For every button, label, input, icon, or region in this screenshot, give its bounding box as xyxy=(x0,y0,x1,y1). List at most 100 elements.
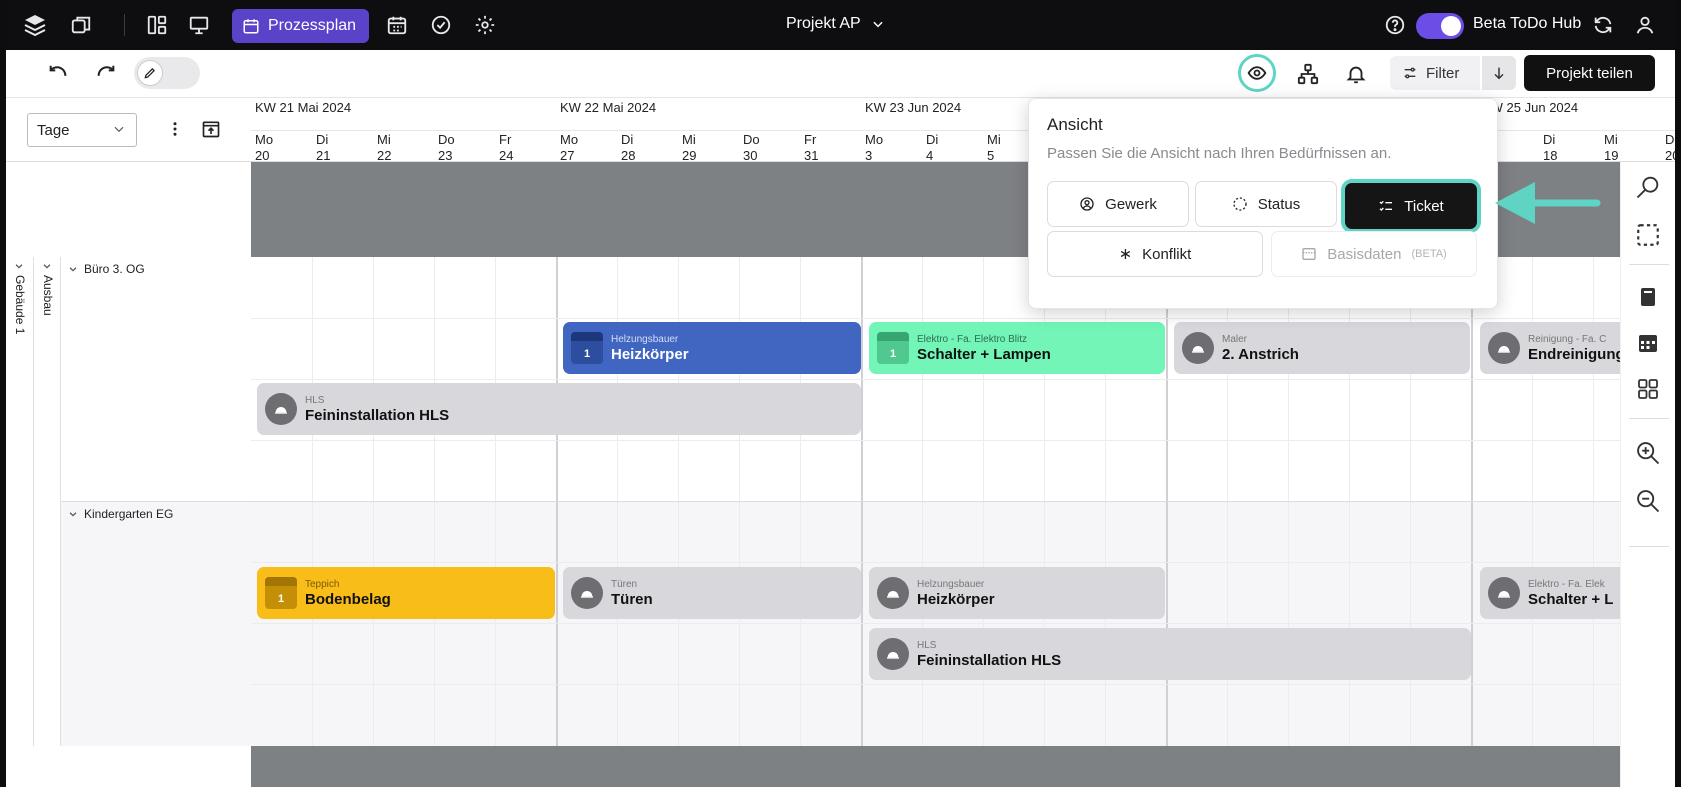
refresh-icon[interactable] xyxy=(1588,10,1618,40)
top-bar: Prozessplan Projekt AP Beta ToDo Hub xyxy=(6,0,1675,50)
area-buero-label[interactable]: Büro 3. OG xyxy=(68,262,145,276)
day-header: Di 4 xyxy=(926,132,939,163)
zoom-select[interactable]: Tage xyxy=(27,113,137,147)
day-header: Do 30 xyxy=(743,132,760,163)
asterisk-icon: ∗ xyxy=(1118,246,1133,263)
hardhat-icon xyxy=(1488,577,1520,609)
task-card[interactable]: Türen Türen xyxy=(563,567,861,619)
grid-line xyxy=(251,440,1620,441)
task-card[interactable]: HLS Feininstallation HLS xyxy=(869,628,1471,680)
view-option-status[interactable]: Status xyxy=(1195,181,1337,227)
layout-icon[interactable] xyxy=(142,10,172,40)
task-card[interactable]: Maler 2. Anstrich xyxy=(1174,322,1470,374)
card-trade: Teppich xyxy=(305,578,340,590)
app-window: Prozessplan Projekt AP Beta ToDo Hub Fil… xyxy=(6,0,1675,787)
task-card[interactable]: Reinigung - Fa. C Endreinigung xyxy=(1480,322,1620,374)
filter-label: Filter xyxy=(1426,64,1460,82)
status-circle-icon xyxy=(1233,197,1247,211)
card-title: Feininstallation HLS xyxy=(305,406,450,424)
project-selector[interactable]: Projekt AP xyxy=(786,15,885,33)
hardhat-icon xyxy=(877,638,909,670)
view-button[interactable] xyxy=(1238,54,1276,92)
day-header: Mi 5 xyxy=(987,132,1001,163)
grid-footer-band xyxy=(251,746,1620,787)
user-icon[interactable] xyxy=(1630,10,1660,40)
hardhat-icon xyxy=(265,393,297,425)
area-name: Büro 3. OG xyxy=(84,262,145,276)
presentation-icon[interactable] xyxy=(184,10,214,40)
view-option-ticket[interactable]: Ticket xyxy=(1345,183,1477,229)
task-card[interactable]: 1 Elektro - Fa. Elektro Blitz Schalter + … xyxy=(869,322,1165,374)
toolbar: Filter Projekt teilen xyxy=(6,50,1675,97)
view-option-gewerk[interactable]: Gewerk xyxy=(1047,181,1189,227)
chevron-down-icon xyxy=(114,126,124,133)
calendar-icon[interactable] xyxy=(1631,326,1665,360)
select-area-icon[interactable] xyxy=(1631,218,1665,252)
chevron-down-icon[interactable] xyxy=(14,261,24,271)
chevron-down-icon[interactable] xyxy=(42,261,52,271)
option-label: Basisdaten xyxy=(1327,245,1402,263)
day-header: Di 18 xyxy=(1543,132,1558,163)
task-card[interactable]: 1 Teppich Bodenbelag xyxy=(257,567,555,619)
right-toolbar xyxy=(1620,162,1675,787)
divider xyxy=(124,14,125,36)
undo-icon[interactable] xyxy=(42,58,74,90)
sort-button[interactable] xyxy=(1482,56,1516,90)
option-label: Status xyxy=(1257,195,1301,213)
card-title: Schalter + Lampen xyxy=(917,345,1051,363)
beta-toggle[interactable] xyxy=(1416,13,1464,39)
calendar-grid-icon[interactable] xyxy=(382,10,412,40)
tab-prozessplan[interactable]: Prozessplan xyxy=(232,9,369,43)
day-header: Mi 22 xyxy=(377,132,392,163)
popover-description: Passen Sie die Ansicht nach Ihren Bedürf… xyxy=(1047,145,1392,162)
layers-icon[interactable] xyxy=(20,10,50,40)
card-title: Heizkörper xyxy=(611,345,689,363)
help-icon[interactable] xyxy=(1380,10,1410,40)
copy-icon[interactable] xyxy=(66,10,96,40)
hardhat-icon xyxy=(877,577,909,609)
bell-icon[interactable] xyxy=(1340,58,1372,90)
zoom-select-value: Tage xyxy=(37,121,70,139)
clipboard-icon[interactable] xyxy=(1631,280,1665,314)
week-label: KW 23 Jun 2024 xyxy=(865,100,962,115)
share-project-button[interactable]: Projekt teilen xyxy=(1524,55,1655,91)
task-card[interactable]: Elektro - Fa. Elek Schalter + L xyxy=(1480,567,1620,619)
annotation-arrow-icon xyxy=(1495,182,1601,224)
day-header: Mi 19 xyxy=(1604,132,1619,163)
calendar-icon xyxy=(243,19,259,34)
search-icon[interactable] xyxy=(1631,170,1665,204)
task-card[interactable]: Helzungsbauer Heizkörper xyxy=(869,567,1165,619)
task-card[interactable]: HLS Feininstallation HLS xyxy=(257,383,861,435)
filter-button[interactable]: Filter xyxy=(1390,56,1480,90)
zoom-in-icon[interactable] xyxy=(1631,436,1665,470)
check-circle-icon[interactable] xyxy=(426,10,456,40)
day-header: Mo 27 xyxy=(560,132,579,163)
card-trade: Elektro - Fa. Elek xyxy=(1528,578,1605,590)
grid-line xyxy=(251,501,1620,502)
chevron-down-icon xyxy=(69,267,77,272)
grid-line xyxy=(251,318,1620,319)
area-kindergarten-label[interactable]: Kindergarten EG xyxy=(68,507,173,521)
left-header: Tage xyxy=(6,97,251,162)
grid-line xyxy=(251,562,1620,563)
day-header: Do20 xyxy=(1665,132,1675,163)
hierarchy-icon[interactable] xyxy=(1292,58,1324,90)
more-vertical-icon[interactable] xyxy=(166,120,184,143)
divider xyxy=(1629,546,1669,547)
grid-view-icon[interactable] xyxy=(1631,372,1665,406)
card-title: Feininstallation HLS xyxy=(917,651,1062,669)
hardhat-icon xyxy=(571,577,603,609)
zoom-out-icon[interactable] xyxy=(1631,484,1665,518)
today-icon[interactable] xyxy=(201,119,221,144)
view-option-konflikt[interactable]: ∗ Konflikt xyxy=(1047,231,1263,277)
edit-mode-toggle[interactable] xyxy=(134,57,200,89)
gear-icon[interactable] xyxy=(470,10,500,40)
card-title: Bodenbelag xyxy=(305,590,391,608)
card-title: 2. Anstrich xyxy=(1222,345,1299,363)
redo-icon[interactable] xyxy=(90,58,122,90)
card-trade: Türen xyxy=(611,578,638,590)
task-card[interactable]: 1 Helzungsbauer Heizkörper xyxy=(563,322,861,374)
table-icon xyxy=(1302,248,1316,260)
divider xyxy=(1629,418,1669,419)
day-header: Di 21 xyxy=(316,132,331,163)
